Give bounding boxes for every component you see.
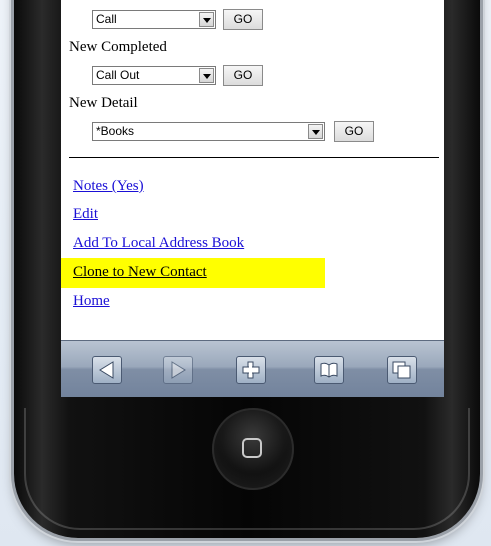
forward-button[interactable] xyxy=(163,356,193,384)
add-icon xyxy=(242,361,260,379)
home-button[interactable] xyxy=(212,408,294,490)
add-local-address-book-link[interactable]: Add To Local Address Book xyxy=(73,234,244,252)
add-button[interactable] xyxy=(236,356,266,384)
divider xyxy=(69,157,439,158)
forward-icon xyxy=(171,361,186,379)
type-select[interactable]: Call xyxy=(92,10,216,29)
home-link[interactable]: Home xyxy=(73,292,110,310)
go-button-1[interactable]: GO xyxy=(223,9,263,30)
new-detail-label: New Detail xyxy=(69,95,138,111)
type-select-value: Call xyxy=(96,12,117,26)
detail-select[interactable]: *Books xyxy=(92,122,325,141)
pages-button[interactable] xyxy=(387,356,417,384)
detail-select-value: *Books xyxy=(96,124,135,138)
dropdown-arrow-icon xyxy=(308,124,323,139)
completed-select-value: Call Out xyxy=(96,68,140,82)
back-button[interactable] xyxy=(92,356,122,384)
go-button-2[interactable]: GO xyxy=(223,65,263,86)
completed-select[interactable]: Call Out xyxy=(92,66,216,85)
clone-to-new-contact-link[interactable]: Clone to New Contact xyxy=(73,263,207,281)
back-icon xyxy=(99,361,114,379)
browser-toolbar xyxy=(61,340,444,397)
page-content: Call GO New Completed Call Out GO New De… xyxy=(61,0,444,340)
bookmarks-icon xyxy=(320,362,338,378)
notes-link[interactable]: Notes (Yes) xyxy=(73,177,144,195)
home-square-icon xyxy=(242,438,262,458)
pages-icon xyxy=(392,361,411,379)
bookmarks-button[interactable] xyxy=(314,356,344,384)
dropdown-arrow-icon xyxy=(199,12,214,27)
dropdown-arrow-icon xyxy=(199,68,214,83)
new-completed-label: New Completed xyxy=(69,39,167,55)
phone-screen: Call GO New Completed Call Out GO New De… xyxy=(61,0,444,397)
edit-link[interactable]: Edit xyxy=(73,205,98,223)
go-button-3[interactable]: GO xyxy=(334,121,374,142)
